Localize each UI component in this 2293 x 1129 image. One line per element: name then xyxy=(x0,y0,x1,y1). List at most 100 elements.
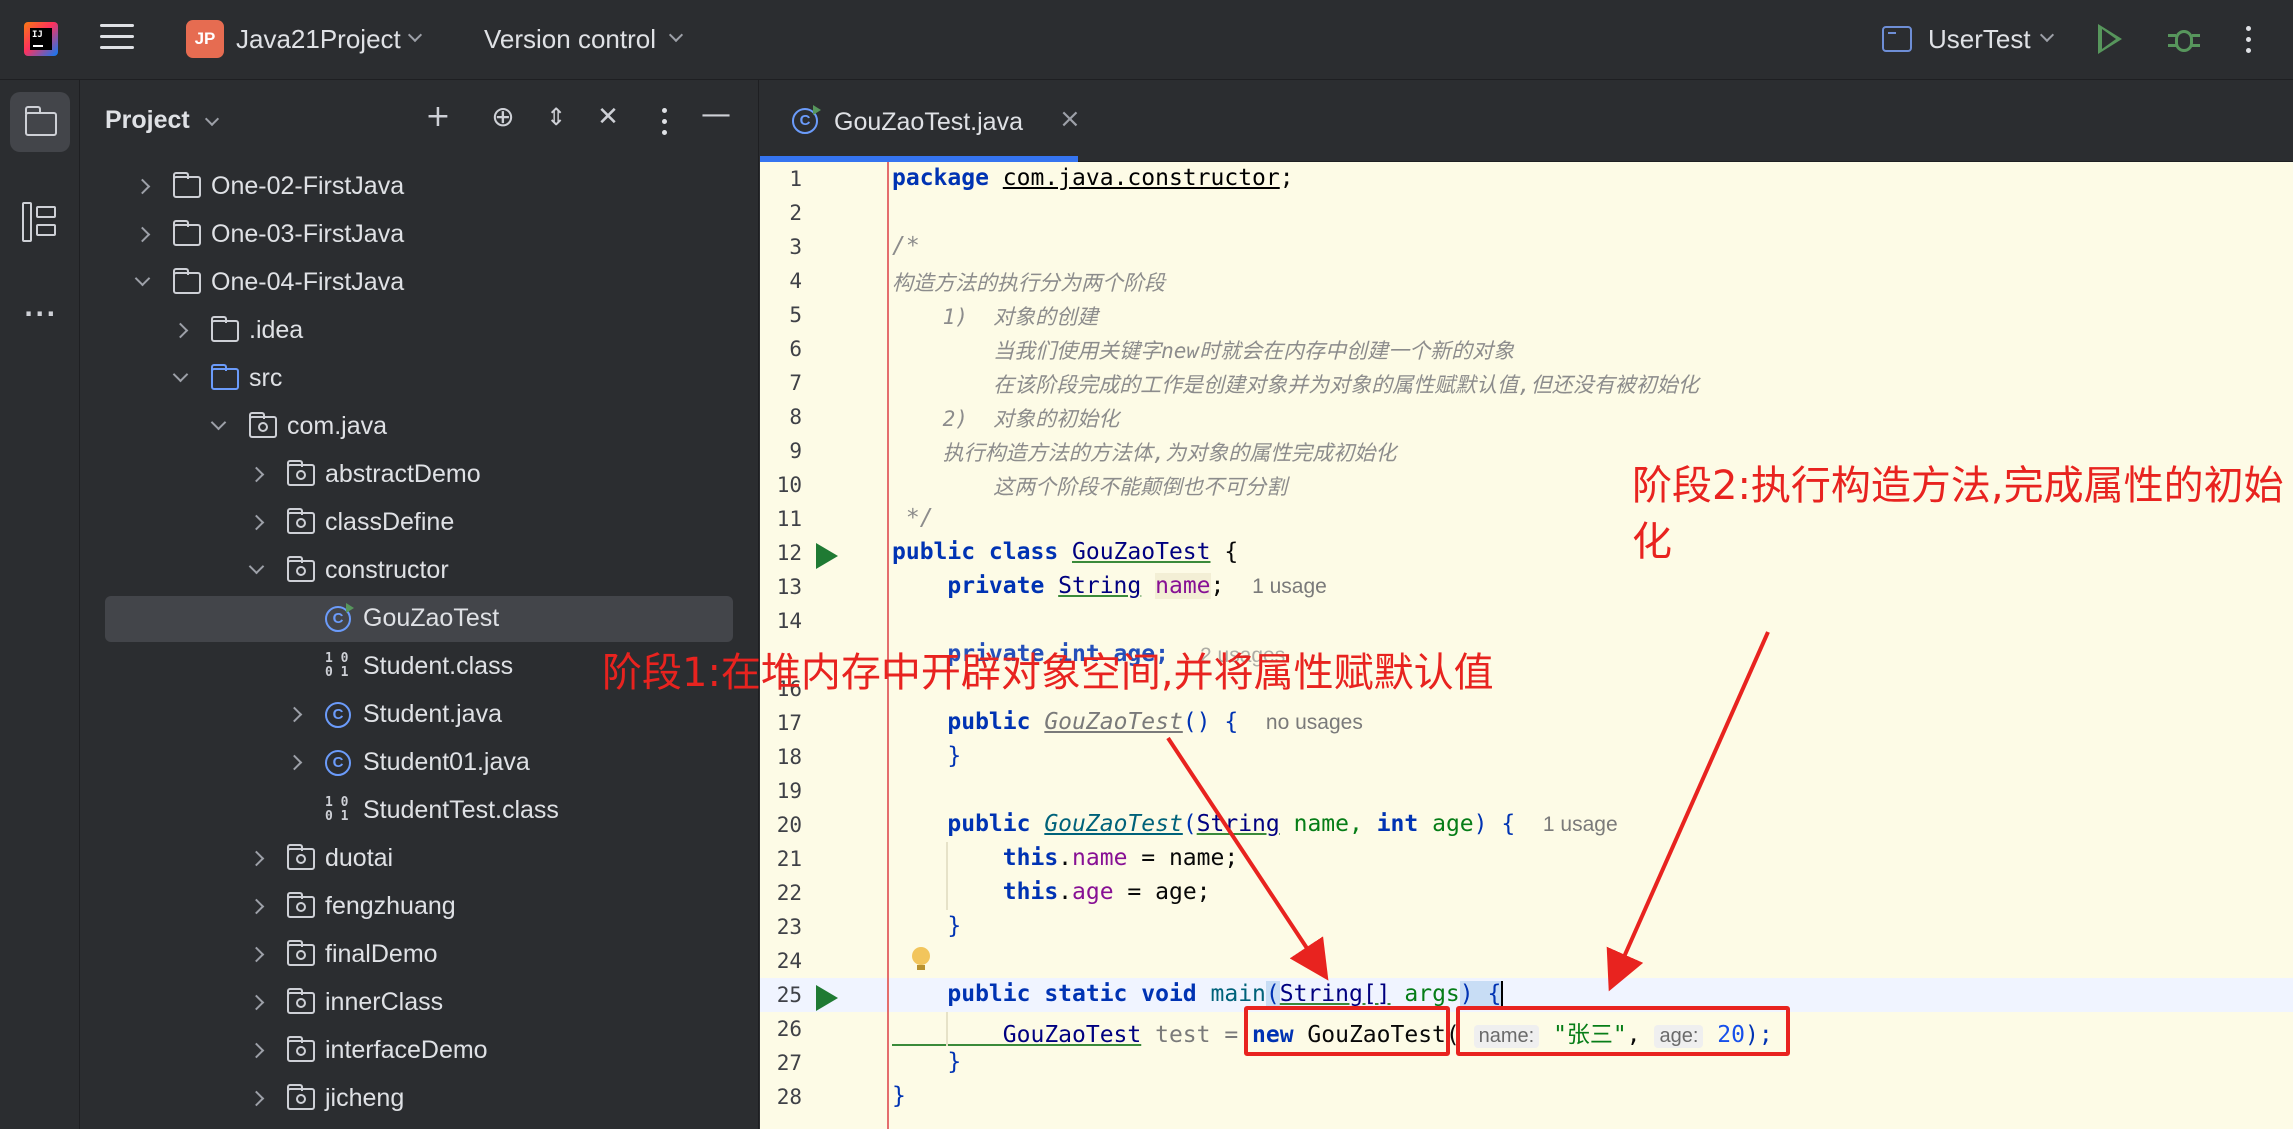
package-icon xyxy=(286,556,315,582)
tree-item[interactable]: C GouZaoTest xyxy=(105,596,733,642)
hide-panel-icon[interactable]: — xyxy=(701,100,731,130)
line-number: 4 xyxy=(789,269,802,293)
chevron-right-icon[interactable] xyxy=(248,1090,265,1107)
tree-item-label: .idea xyxy=(249,316,304,344)
line-number: 9 xyxy=(789,439,802,463)
tree-item-label: GouZaoTest xyxy=(363,604,500,632)
line-number: 3 xyxy=(789,235,802,259)
tree-item-label: jicheng xyxy=(325,1084,405,1112)
tree-item[interactable]: finalDemo xyxy=(105,932,733,978)
chevron-right-icon[interactable] xyxy=(248,514,265,531)
chevron-right-icon[interactable] xyxy=(134,178,151,195)
chevron-right-icon[interactable] xyxy=(248,994,265,1011)
tree-item[interactable]: com.java xyxy=(105,404,733,450)
chevron-right-icon[interactable] xyxy=(248,898,265,915)
project-panel-chevron-down-icon[interactable] xyxy=(204,111,220,127)
code-line-28: } xyxy=(892,1083,906,1109)
title-bar: IJ JP Java21Project Version control User… xyxy=(0,0,2293,80)
tree-item[interactable]: One-04-FirstJava xyxy=(105,260,733,306)
package-icon xyxy=(286,940,315,966)
intellij-logo-icon[interactable]: IJ xyxy=(24,22,58,56)
package-icon xyxy=(286,508,315,534)
folder-icon xyxy=(172,172,201,198)
run-config-chevron-down-icon[interactable] xyxy=(2039,27,2055,43)
vc-chevron-down-icon[interactable] xyxy=(668,27,684,43)
line-number: 6 xyxy=(789,337,802,361)
debug-icon[interactable] xyxy=(2168,22,2200,56)
chevron-down-icon[interactable] xyxy=(134,270,151,287)
expand-all-icon[interactable]: ⇕ xyxy=(541,102,571,132)
tree-item-label: Student01.java xyxy=(363,748,530,776)
tree-item[interactable]: classDefine xyxy=(105,500,733,546)
tree-item[interactable]: src xyxy=(105,356,733,402)
tree-item-label: One-03-FirstJava xyxy=(211,220,405,248)
tree-item[interactable]: One-03-FirstJava xyxy=(105,212,733,258)
project-chevron-down-icon[interactable] xyxy=(407,27,423,43)
package-icon xyxy=(286,892,315,918)
panel-options-icon[interactable] xyxy=(662,108,668,138)
structure-icon[interactable] xyxy=(22,202,58,242)
chevron-right-icon[interactable] xyxy=(286,754,303,771)
package-icon xyxy=(286,844,315,870)
tree-item[interactable]: interfaceDemo xyxy=(105,1028,733,1074)
tree-item[interactable]: 1 00 1 StudentTest.class xyxy=(105,788,733,834)
chevron-right-icon[interactable] xyxy=(172,322,189,339)
tree-item-label: abstractDemo xyxy=(325,460,481,488)
package-icon xyxy=(286,460,315,486)
project-panel-title[interactable]: Project xyxy=(105,106,190,135)
code-line-18: } xyxy=(892,743,962,769)
more-actions-icon[interactable] xyxy=(2246,26,2252,56)
code-line-5: 1) 对象的创建 xyxy=(892,305,1099,329)
tree-item[interactable]: .idea xyxy=(105,308,733,354)
code-line-17: public GouZaoTest() { no usages xyxy=(892,709,1363,735)
package-icon xyxy=(286,1084,315,1110)
run-gutter-icon[interactable] xyxy=(816,543,838,569)
chevron-right-icon[interactable] xyxy=(248,1042,265,1059)
lightbulb-icon[interactable] xyxy=(912,947,930,971)
tree-item[interactable]: jicheng xyxy=(105,1076,733,1122)
chevron-right-icon[interactable] xyxy=(248,466,265,483)
locate-icon[interactable]: ⊕ xyxy=(488,102,518,132)
tree-item[interactable]: C Student01.java xyxy=(105,740,733,786)
editor: C GouZaoTest.java × 1 package com.java.c… xyxy=(760,80,2293,1129)
tree-item[interactable]: constructor xyxy=(105,548,733,594)
more-tools-icon[interactable]: ··· xyxy=(24,300,57,328)
tree-item-label: StudentTest.class xyxy=(363,796,559,824)
chevron-right-icon[interactable] xyxy=(248,946,265,963)
run-gutter-icon[interactable] xyxy=(816,985,838,1011)
run-config-name: UserTest xyxy=(1928,24,2031,54)
code-line-4: 构造方法的执行分为两个阶段 xyxy=(892,271,1165,295)
project-selector[interactable]: Java21Project xyxy=(236,24,401,55)
tree-item[interactable]: One-02-FirstJava xyxy=(105,164,733,210)
chevron-right-icon[interactable] xyxy=(134,226,151,243)
chevron-down-icon[interactable] xyxy=(172,366,189,383)
chevron-right-icon[interactable] xyxy=(286,706,303,723)
project-badge[interactable]: JP xyxy=(186,20,224,58)
binary-class-icon: 1 00 1 xyxy=(325,795,349,824)
chevron-right-icon[interactable] xyxy=(248,850,265,867)
code-line-7: 在该阶段完成的工作是创建对象并为对象的属性赋默认值,但还没有被初始化 xyxy=(892,373,1699,397)
tree-item-label: classDefine xyxy=(325,508,455,536)
chevron-down-icon[interactable] xyxy=(210,414,227,431)
tree-item[interactable]: innerClass xyxy=(105,980,733,1026)
version-control-menu[interactable]: Version control xyxy=(484,24,656,55)
run-icon[interactable] xyxy=(2098,24,2122,54)
tree-item-label: interfaceDemo xyxy=(325,1036,488,1064)
tree-item[interactable]: abstractDemo xyxy=(105,452,733,498)
tree-item[interactable]: fengzhuang xyxy=(105,884,733,930)
collapse-all-icon[interactable]: ✕ xyxy=(593,102,623,132)
tree-item[interactable]: C Student.java xyxy=(105,692,733,738)
tree-item[interactable]: duotai xyxy=(105,836,733,882)
line-number: 8 xyxy=(789,405,802,429)
line-number: 22 xyxy=(776,881,802,905)
line-number: 18 xyxy=(776,745,802,769)
line-number: 17 xyxy=(776,711,802,735)
project-tool-button[interactable] xyxy=(10,92,70,152)
tree-item-label: constructor xyxy=(325,556,449,584)
main-menu-icon[interactable] xyxy=(100,24,134,54)
close-icon[interactable]: × xyxy=(1059,104,1081,134)
code-line-6: 当我们使用关键字new时就会在内存中创建一个新的对象 xyxy=(892,339,1515,363)
add-icon[interactable]: + xyxy=(423,102,453,132)
chevron-down-icon[interactable] xyxy=(248,558,265,575)
line-number: 11 xyxy=(776,507,802,531)
